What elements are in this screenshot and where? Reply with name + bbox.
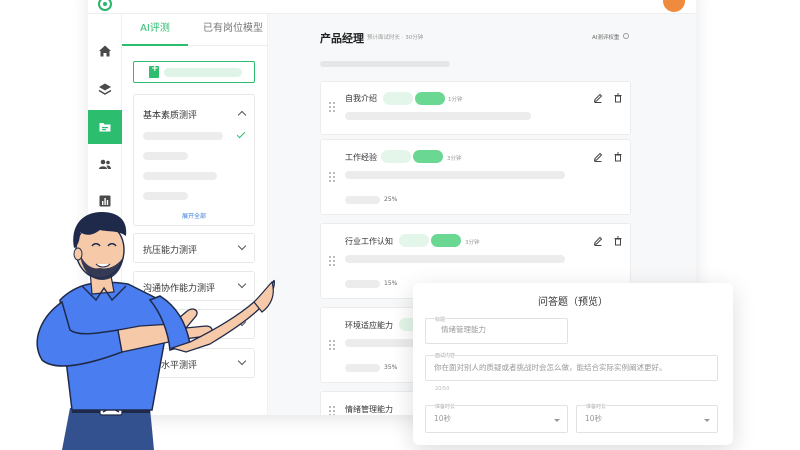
top-bar [88,0,696,14]
layers-icon [98,83,112,95]
title-field-border [425,318,568,344]
question-card[interactable]: 工作经验 3分钟 25% [320,139,631,215]
answer-time-select[interactable]: 10秒 [576,405,718,433]
chevron-down-icon [237,356,247,366]
category-panel: AI评测 已有岗位模型 基本素质测评 展开全部 抗压能力测评 [122,14,268,415]
job-meta: 预计面试时长 · 30分钟 [367,35,424,41]
weight-placeholder [345,280,380,288]
question-duration: 3分钟 [447,156,462,162]
question-title: 自我介绍 [345,94,377,103]
nav-evaluation[interactable] [88,110,122,144]
folder-icon [99,123,111,132]
category-card-image[interactable]: 形象水平测评 [133,348,255,378]
tab-ai-evaluation[interactable]: AI评测 [122,14,188,46]
prep-time-value: 10秒 [434,414,452,423]
tab-existing-models[interactable]: 已有岗位模型 [198,14,268,46]
side-nav [88,14,122,415]
prep-time-select[interactable]: 10秒 [425,405,568,433]
ai-weight-link[interactable]: AI测评权重 [592,33,619,41]
caret-down-icon [554,419,560,422]
user-avatar[interactable] [663,0,685,12]
tag-placeholder [399,234,429,247]
bar-chart-icon [99,195,111,207]
answer-time-value: 10秒 [585,414,603,423]
category-card-basic: 基本素质测评 展开全部 [133,94,255,226]
info-icon[interactable] [623,33,629,39]
delete-icon[interactable] [613,152,623,162]
item-placeholder[interactable] [143,152,188,160]
weight-placeholder [345,196,380,204]
button-label-placeholder [164,68,242,77]
content-placeholder [345,255,565,263]
question-title: 工作经验 [345,153,377,162]
expand-all-link[interactable]: 展开全部 [134,211,254,220]
caret-down-icon [704,419,710,422]
category-card-communication[interactable]: 沟通协作能力测评 [133,271,255,301]
chevron-down-icon [237,317,247,327]
drag-handle-icon[interactable] [329,256,335,268]
content-header: 产品经理 预计面试时长 · 30分钟 AI测评权重 [268,14,696,58]
tag-placeholder [431,234,461,247]
content-field[interactable]: 你在面对别人的质疑或者挑战时会怎么做，能结合实际实例阐述更好。 [425,355,718,381]
content-placeholder [345,112,531,120]
tab-bar: AI评测 已有岗位模型 [122,14,268,46]
question-duration: 3分钟 [465,240,480,246]
question-title: 情绪管理能力 [345,405,393,414]
modal-title: 问答题（预览） [538,297,608,308]
question-title: 行业工作认知 [345,237,393,246]
chevron-down-icon [237,241,247,251]
nav-users[interactable] [88,147,122,181]
nav-home[interactable] [88,34,122,68]
drag-handle-icon[interactable] [329,172,335,184]
item-placeholder[interactable] [143,192,188,200]
char-count: 20/50 [435,386,450,392]
category-label: 沟通协作能力测评 [143,284,216,294]
category-card-hidden[interactable] [133,309,255,339]
category-label: 抗压能力测评 [143,246,198,256]
chevron-up-icon[interactable] [237,110,247,120]
content-value: 你在面对别人的质疑或者挑战时会怎么做，能结合实际实例阐述更好。 [434,363,667,372]
tag-placeholder [381,150,411,163]
users-icon [99,159,111,169]
home-icon [99,45,111,57]
weight-placeholder [345,364,380,372]
job-title: 产品经理 [320,32,364,45]
edit-icon[interactable] [593,93,603,103]
category-card-pressure[interactable]: 抗压能力测评 [133,233,255,263]
drag-handle-icon[interactable] [329,406,335,415]
check-icon [236,129,246,139]
add-document-button[interactable] [133,61,255,83]
edit-icon[interactable] [593,236,603,246]
question-weight: 15% [384,280,398,287]
question-weight: 35% [384,364,398,371]
chevron-down-icon [237,279,247,289]
description-placeholder [320,61,450,67]
nav-stats[interactable] [88,184,122,218]
question-weight: 25% [384,196,398,203]
category-label: 形象水平测评 [143,361,198,371]
tag-placeholder [413,150,443,163]
drag-handle-icon[interactable] [329,340,335,352]
app-logo [98,0,112,11]
add-document-icon [149,64,159,78]
preview-modal: 问答题（预览） 标题 情绪管理能力 面试内容 你在面对别人的质疑或者挑战时会怎么… [413,283,733,445]
tag-placeholder [383,92,413,105]
drag-handle-icon[interactable] [329,102,335,114]
question-card[interactable]: 自我介绍 1分钟 [320,81,631,135]
category-label: 基本素质测评 [143,111,198,121]
edit-icon[interactable] [593,152,603,162]
stage: AI评测 已有岗位模型 基本素质测评 展开全部 抗压能力测评 [0,0,800,450]
item-placeholder[interactable] [143,132,223,140]
question-duration: 1分钟 [448,97,463,103]
nav-layers[interactable] [88,72,122,106]
question-title: 环境适应能力 [345,321,393,330]
delete-icon[interactable] [613,236,623,246]
tag-placeholder [415,92,445,105]
content-placeholder [345,171,565,179]
item-placeholder[interactable] [143,172,217,180]
delete-icon[interactable] [613,93,623,103]
